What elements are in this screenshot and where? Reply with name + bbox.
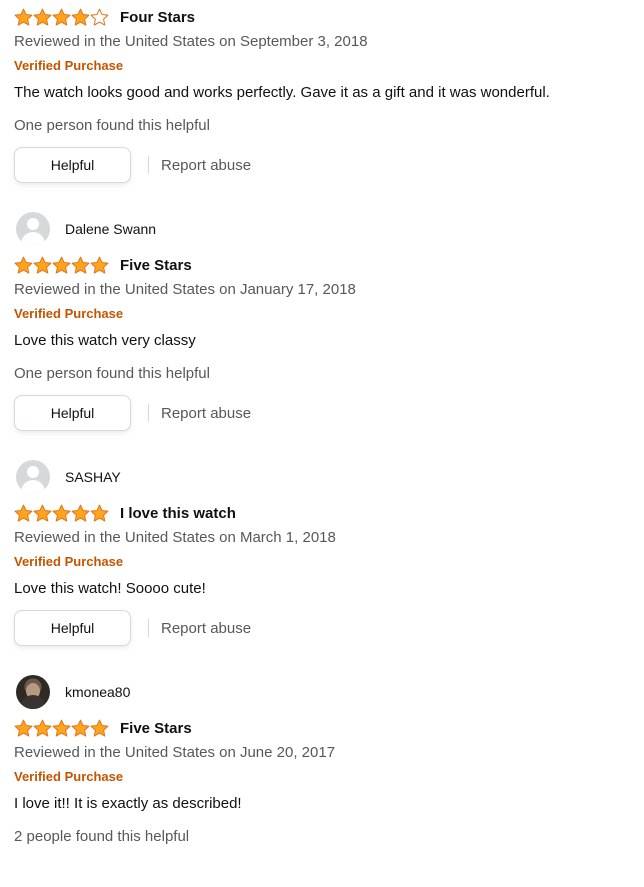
default-avatar-icon xyxy=(16,212,50,246)
reviewer-name[interactable]: SASHAY xyxy=(65,469,121,485)
reviewer-profile[interactable]: kmonea80 xyxy=(16,675,130,709)
helpful-button[interactable]: Helpful xyxy=(14,395,131,431)
review-date: Reviewed in the United States on Septemb… xyxy=(14,33,368,50)
helpful-count: 2 people found this helpful xyxy=(14,828,190,845)
report-abuse-link[interactable]: Report abuse xyxy=(161,405,251,422)
review-title-row: Five Stars xyxy=(14,718,192,738)
divider xyxy=(148,404,149,422)
star-rating[interactable] xyxy=(14,504,109,522)
review-title[interactable]: Four Stars xyxy=(120,9,195,26)
star-icon xyxy=(90,504,109,522)
reviewer-profile[interactable]: Dalene Swann xyxy=(16,212,156,246)
star-icon xyxy=(90,8,109,26)
review-body: Love this watch very classy xyxy=(14,332,196,349)
star-rating[interactable] xyxy=(14,8,109,26)
divider xyxy=(148,156,149,174)
review-title[interactable]: Five Stars xyxy=(120,720,192,737)
star-icon xyxy=(52,719,71,737)
verified-purchase-badge: Verified Purchase xyxy=(14,769,124,784)
reviewer-name[interactable]: kmonea80 xyxy=(65,684,130,700)
verified-purchase-badge: Verified Purchase xyxy=(14,306,124,321)
star-icon xyxy=(71,719,90,737)
review-body: The watch looks good and works perfectly… xyxy=(14,84,550,101)
review-body: I love it!! It is exactly as described! xyxy=(14,795,242,812)
star-icon xyxy=(14,719,33,737)
star-rating[interactable] xyxy=(14,256,109,274)
star-icon xyxy=(71,504,90,522)
review-date: Reviewed in the United States on March 1… xyxy=(14,529,336,546)
default-avatar-icon xyxy=(16,460,50,494)
review-date: Reviewed in the United States on June 20… xyxy=(14,744,336,761)
review-body: Love this watch! Soooo cute! xyxy=(14,580,206,597)
helpful-count: One person found this helpful xyxy=(14,117,210,134)
star-icon xyxy=(33,8,52,26)
review-date: Reviewed in the United States on January… xyxy=(14,281,356,298)
review-title-row: Four Stars xyxy=(14,7,195,27)
star-icon xyxy=(90,719,109,737)
user-photo-avatar xyxy=(16,675,50,709)
helpful-button[interactable]: Helpful xyxy=(14,147,131,183)
star-icon xyxy=(14,8,33,26)
helpful-button[interactable]: Helpful xyxy=(14,610,131,646)
verified-purchase-badge: Verified Purchase xyxy=(14,554,124,569)
star-icon xyxy=(52,504,71,522)
star-icon xyxy=(71,8,90,26)
reviewer-name[interactable]: Dalene Swann xyxy=(65,221,156,237)
reviewer-profile[interactable]: SASHAY xyxy=(16,460,121,494)
review-title-row: Five Stars xyxy=(14,255,192,275)
verified-purchase-badge: Verified Purchase xyxy=(14,58,124,73)
report-abuse-link[interactable]: Report abuse xyxy=(161,157,251,174)
star-icon xyxy=(90,256,109,274)
star-icon xyxy=(52,256,71,274)
review-actions: Helpful Report abuse xyxy=(14,147,251,183)
star-rating[interactable] xyxy=(14,719,109,737)
helpful-count: One person found this helpful xyxy=(14,365,210,382)
star-icon xyxy=(71,256,90,274)
star-icon xyxy=(14,504,33,522)
star-icon xyxy=(52,8,71,26)
star-icon xyxy=(33,504,52,522)
review-title[interactable]: Five Stars xyxy=(120,257,192,274)
star-icon xyxy=(14,256,33,274)
star-icon xyxy=(33,719,52,737)
review-title[interactable]: I love this watch xyxy=(120,505,236,522)
report-abuse-link[interactable]: Report abuse xyxy=(161,620,251,637)
review-title-row: I love this watch xyxy=(14,503,236,523)
review-actions: Helpful Report abuse xyxy=(14,610,251,646)
divider xyxy=(148,619,149,637)
review-actions: Helpful Report abuse xyxy=(14,395,251,431)
star-icon xyxy=(33,256,52,274)
